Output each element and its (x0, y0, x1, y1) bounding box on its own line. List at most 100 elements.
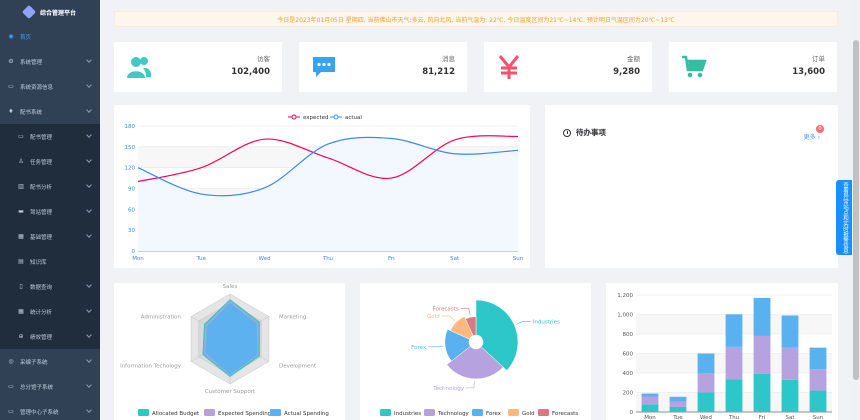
sidebar-item[interactable]: ⚙ 系统管理 (0, 49, 100, 74)
person-icon: ♙ (18, 158, 24, 165)
sidebar-item-label: 配书管理 (30, 134, 53, 141)
sidebar-item[interactable]: ⊕ 绩效管理 (0, 324, 100, 349)
chevron-down-icon (86, 207, 92, 213)
sidebar-item-label: 管理中心子系统 (20, 409, 59, 416)
chevron-down-icon (86, 357, 92, 363)
stat-card-orders[interactable]: 订单 13,600 (669, 42, 837, 92)
bell-icon: ♦ (8, 108, 14, 115)
bar-segment (781, 315, 799, 348)
sidebar-item-label: 基础管理 (30, 234, 53, 241)
stat-card-amount[interactable]: 金额 9,280 (484, 42, 652, 92)
bar-segment (641, 393, 659, 397)
pie-label-line (441, 315, 455, 322)
legend-label: Forecasts (552, 411, 578, 417)
logo-icon (21, 4, 37, 20)
sidebar-item[interactable]: ▭ 系统资源信息 (0, 74, 100, 99)
chevron-down-icon (86, 182, 92, 188)
y-tick-label: 30 (128, 228, 135, 234)
sidebar-item[interactable]: ▭ 配书管理 (0, 124, 100, 149)
legend-label: Actual Spending (284, 411, 329, 417)
sidebar-item[interactable]: ▤ 知识库 (0, 249, 100, 274)
radar-indicator-label: Marketing (279, 315, 306, 321)
message-icon (313, 57, 335, 77)
legend-swatch (380, 409, 391, 416)
chevron-down-icon (86, 132, 92, 138)
x-tick-label: Thu (322, 256, 333, 262)
sidebar-item[interactable]: ◎ 采编子系统 (0, 349, 100, 374)
todo-more-label: 更多 (803, 134, 816, 141)
sidebar-item[interactable]: ♦ 配书系统 (0, 99, 100, 124)
legend-label: Industries (394, 411, 421, 417)
alarm-side-tab[interactable]: 查看异常站点和实时报警信息 (836, 180, 853, 255)
shopping-cart-icon (682, 55, 707, 78)
bar-chart-icon: ▥ (18, 183, 24, 190)
monitor-icon: ▭ (8, 408, 14, 415)
people-icon (127, 57, 152, 78)
dashboard-icon: ◉ (8, 33, 14, 40)
x-tick-label: Wed (259, 256, 271, 262)
legend-label: Gold (522, 411, 535, 417)
radar-chart-panel: Sales Marketing Development Customer Suppor… (114, 283, 345, 420)
sidebar: 综合管理平台 ◉ 首页 ⚙ 系统管理 ▭ 系统资源信息 ♦ 配书系统 ▭ 配书管理 ♙ 任务管理 ▥ 配书… (0, 0, 100, 420)
pie-label-line (466, 380, 475, 389)
sidebar-item[interactable]: ▦ 基础管理 (0, 224, 100, 249)
bar-chart: 0 200 400 600 800 1,000 1,200 Mon Tue Wed Thu Fri Sa… (617, 293, 832, 420)
sidebar-item[interactable]: ▬ 驾站管理 (0, 199, 100, 224)
todo-more-link[interactable]: 更多 › (804, 132, 820, 141)
legend-swatch (508, 409, 519, 416)
stat-label: 订单 (812, 55, 825, 63)
sidebar-item-label: 绩效管理 (30, 334, 53, 341)
legend-label: actual (345, 115, 362, 121)
sidebar-item-label: 采编子系统 (20, 359, 48, 366)
sidebar-item[interactable]: ♙ 任务管理 (0, 149, 100, 174)
stat-label: 消息 (442, 55, 455, 63)
sidebar-item-label: 统计分析 (30, 309, 53, 316)
stat-value: 102,400 (231, 67, 270, 77)
app-root: 综合管理平台 ◉ 首页 ⚙ 系统管理 ▭ 系统资源信息 ♦ 配书系统 ▭ 配书管理 ♙ 任务管理 ▥ 配书… (0, 0, 860, 420)
todo-title: 待办事项 (563, 127, 606, 138)
scrollbar-thumb[interactable] (853, 40, 859, 380)
legend-label: Forex (486, 411, 502, 417)
sidebar-item[interactable]: ▭ 总分馆子系统 (0, 374, 100, 399)
sidebar-item[interactable]: ▥ 配书分析 (0, 174, 100, 199)
folder-icon: ▬ (18, 208, 24, 215)
bar-segment (753, 297, 771, 336)
sidebar-item[interactable]: ▦ 统计分析 (0, 299, 100, 324)
y-tick-label: 0 (132, 249, 136, 255)
brand[interactable]: 综合管理平台 (0, 0, 100, 24)
bar-segment (809, 390, 827, 412)
x-tick-label: Sun (813, 415, 824, 420)
monitor-icon: ▭ (8, 83, 14, 90)
bar-segment (669, 401, 687, 407)
bar-segment (781, 347, 799, 380)
radar-indicator-label: Development (279, 364, 317, 370)
chevron-down-icon (86, 57, 92, 63)
monitor-icon: ▭ (8, 383, 14, 390)
sidebar-item-label: 首页 (20, 34, 32, 41)
chevron-down-icon (86, 382, 92, 388)
page-scrollbar[interactable] (852, 0, 860, 420)
chevron-down-icon (86, 332, 92, 338)
stat-card-visitors[interactable]: 访客 102,400 (114, 42, 282, 92)
sidebar-menu: ◉ 首页 ⚙ 系统管理 ▭ 系统资源信息 ♦ 配书系统 ▭ 配书管理 ♙ 任务管理 ▥ 配书分析 ▬ 驾站管理… (0, 24, 100, 420)
x-tick-label: Fri (388, 256, 395, 262)
pie-label: Forex (411, 345, 427, 351)
stat-value: 13,600 (792, 67, 825, 77)
bar-segment (697, 353, 715, 373)
sidebar-item[interactable]: ▭ 管理中心子系统 (0, 399, 100, 420)
notice-text: 今日是2023年01月05日 星期四, 当前佛山市天气:多云, 风向北风, 当前… (277, 16, 675, 24)
todo-title-text: 待办事项 (576, 128, 606, 137)
sidebar-item[interactable]: ◉ 首页 (0, 24, 100, 49)
bar-segment (641, 404, 659, 412)
y-tick-label: 1,000 (617, 313, 633, 319)
sidebar-item[interactable]: ▯ 数据查询 (0, 274, 100, 299)
stat-card-messages[interactable]: 消息 81,212 (299, 42, 467, 92)
legend-marker-expected (291, 114, 297, 120)
y-tick-label: 90 (128, 187, 135, 193)
sidebar-item-label: 知识库 (30, 259, 47, 266)
bar-segment (809, 369, 827, 391)
chevron-down-icon (86, 282, 92, 288)
gear-icon: ⚙ (8, 58, 14, 65)
x-tick-label: Sat (785, 415, 795, 420)
line-chart-panel: 0 30 60 90 120 150 180 Mon Tue Wed Thu Fri Sat Sun exp… (114, 105, 530, 268)
